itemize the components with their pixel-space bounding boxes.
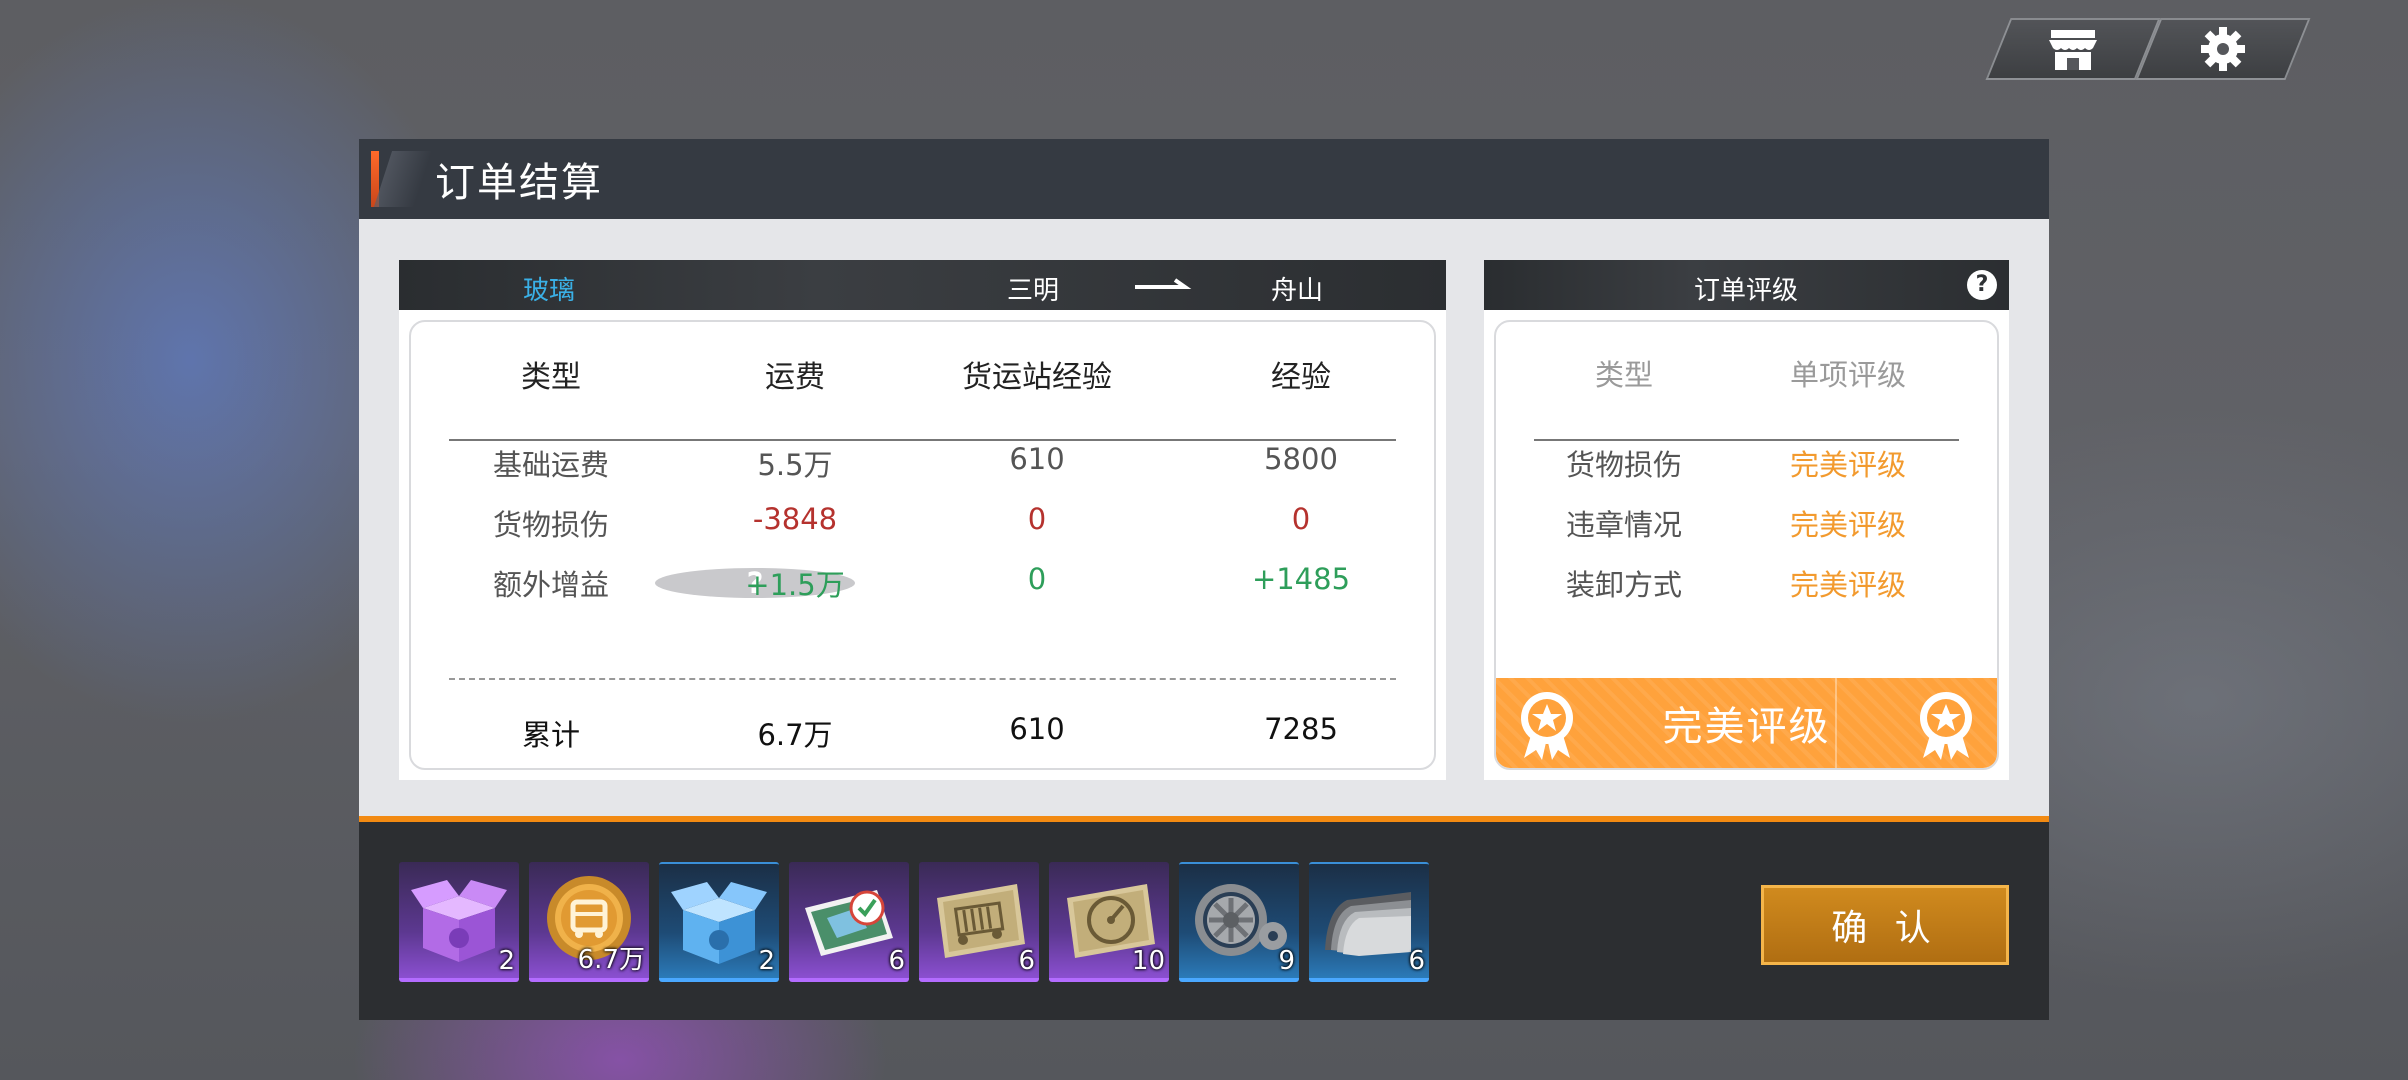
truck-card-icon — [937, 884, 1025, 958]
reward-count: 2 — [498, 946, 515, 976]
rating-label: 装卸方式 — [1565, 568, 1682, 602]
rewards-footer: 2 6.7万 2 6 6 10 9 6 确 认 — [359, 816, 2049, 1020]
col-grade: 单项评级 — [1789, 358, 1906, 392]
banner-divider — [1835, 678, 1837, 768]
destination-city: 舟山 — [1271, 276, 1324, 306]
reward-item[interactable]: 6 — [919, 862, 1039, 982]
rating-grade: 完美评级 — [1789, 568, 1906, 602]
header-divider — [449, 439, 1396, 441]
order-settlement-panel: 订单结算 玻璃 三明 舟山 类型 运费 货运站经验 经验 基础运费 5.5万 6… — [359, 139, 2049, 1020]
panel-title: 订单结算 — [435, 160, 603, 206]
rating-label: 货物损伤 — [1565, 448, 1682, 482]
rating-title: 订单评级 — [1694, 276, 1799, 306]
shop-button[interactable] — [1985, 18, 2161, 80]
row-label: 基础运费 — [492, 448, 609, 482]
total-station-exp: 610 — [1009, 712, 1065, 746]
panel-header: 订单结算 — [359, 139, 2049, 219]
reward-item[interactable]: 9 — [1179, 862, 1299, 982]
steel-sheet-icon — [1325, 892, 1411, 956]
row-station-exp: 0 — [1027, 502, 1047, 536]
reward-item[interactable]: 2 — [659, 862, 779, 982]
total-label: 累计 — [521, 718, 580, 752]
reward-item[interactable]: 6 — [789, 862, 909, 982]
rating-row: 装卸方式 完美评级 — [1496, 562, 1997, 606]
row-exp: 0 — [1291, 502, 1311, 536]
row-fee: +1.5万 — [745, 568, 845, 602]
table-row: 基础运费 5.5万 610 5800 — [411, 442, 1434, 486]
table-row: 货物损伤 -3848 0 0 — [411, 502, 1434, 546]
col-station-exp: 货运站经验 — [962, 360, 1112, 395]
col-type: 类型 — [521, 360, 581, 395]
cargo-name: 玻璃 — [523, 276, 576, 306]
row-station-exp: 610 — [1009, 442, 1065, 476]
rating-help-icon[interactable]: ? — [1967, 270, 1997, 300]
shop-icon — [2049, 30, 2097, 70]
rating-row: 违章情况 完美评级 — [1496, 502, 1997, 546]
row-fee: 5.5万 — [757, 448, 833, 482]
medal-icon — [1521, 692, 1573, 760]
overall-rating-text: 完美评级 — [1662, 704, 1831, 750]
reward-count: 6 — [888, 946, 905, 976]
reward-count: 6 — [1408, 946, 1425, 976]
rating-grade: 完美评级 — [1789, 508, 1906, 542]
settlement-table: 类型 运费 货运站经验 经验 基础运费 5.5万 610 5800 货物损伤 -… — [409, 320, 1436, 770]
reward-item[interactable]: 6 — [1309, 862, 1429, 982]
reward-count: 10 — [1131, 946, 1165, 976]
table-header: 类型 运费 货运站经验 经验 — [411, 352, 1434, 396]
total-row: 累计 6.7万 610 7285 — [411, 712, 1434, 756]
reward-count: 6 — [1018, 946, 1035, 976]
col-exp: 经验 — [1271, 360, 1331, 395]
col-type: 类型 — [1594, 358, 1653, 392]
gear-part-icon — [1195, 884, 1287, 956]
col-fee: 运费 — [765, 360, 825, 395]
table-row: 额外增益 ? +1.5万 0 +1485 — [411, 562, 1434, 606]
row-label: 额外增益 — [492, 568, 609, 602]
total-fee: 6.7万 — [757, 718, 833, 752]
rating-table: 类型 单项评级 货物损伤 完美评级 违章情况 完美评级 装卸方式 完美评级 完美… — [1494, 320, 1999, 770]
reward-count: 6.7万 — [577, 945, 645, 975]
total-exp: 7285 — [1264, 712, 1338, 746]
blue-gift-box-icon — [671, 882, 767, 964]
overall-rating-banner: 完美评级 — [1496, 678, 1997, 768]
rating-card: 订单评级 ? 类型 单项评级 货物损伤 完美评级 违章情况 完美评级 装卸方式 … — [1484, 260, 2009, 780]
gear-icon — [2201, 27, 2245, 71]
rating-divider — [1534, 439, 1959, 441]
header-accent-shade — [373, 151, 433, 207]
reward-item[interactable]: 2 — [399, 862, 519, 982]
route-arrow-icon — [1135, 278, 1192, 289]
row-fee: -3848 — [752, 502, 838, 536]
reward-item[interactable]: 10 — [1049, 862, 1169, 982]
rating-header: 订单评级 ? — [1484, 260, 2009, 310]
row-station-exp: 0 — [1027, 562, 1047, 596]
map-license-icon — [805, 890, 893, 956]
reward-count: 2 — [758, 946, 775, 976]
row-exp: 5800 — [1264, 442, 1338, 476]
confirm-button[interactable]: 确 认 — [1761, 885, 2009, 965]
rating-grade: 完美评级 — [1789, 448, 1906, 482]
rating-label: 违章情况 — [1565, 508, 1682, 542]
reward-count: 9 — [1278, 946, 1295, 976]
purple-gift-box-icon — [411, 880, 507, 962]
row-label: 货物损伤 — [492, 508, 609, 542]
medal-icon — [1920, 692, 1972, 760]
total-divider — [449, 678, 1396, 680]
origin-city: 三明 — [1007, 276, 1060, 306]
rating-table-header: 类型 单项评级 — [1496, 352, 1997, 396]
route-header: 玻璃 三明 舟山 — [399, 260, 1446, 310]
reward-item[interactable]: 6.7万 — [529, 862, 649, 982]
settings-button[interactable] — [2135, 18, 2311, 80]
row-exp: +1485 — [1251, 562, 1351, 596]
settlement-card: 玻璃 三明 舟山 类型 运费 货运站经验 经验 基础运费 5.5万 610 58… — [399, 260, 1446, 780]
rating-row: 货物损伤 完美评级 — [1496, 442, 1997, 486]
